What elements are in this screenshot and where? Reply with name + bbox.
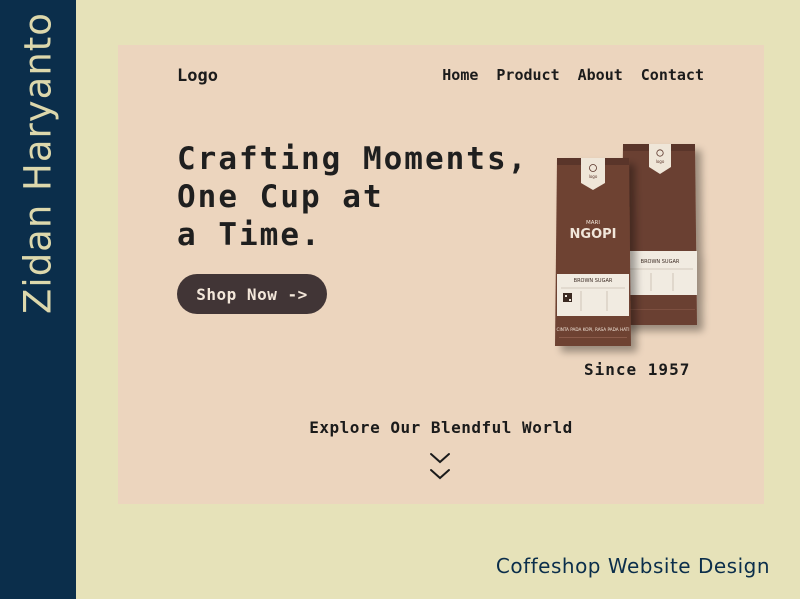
svg-text:CINTA PADA KOPI, RASA PADA HAT: CINTA PADA KOPI, RASA PADA HATI: [557, 327, 630, 332]
since-label: Since 1957: [584, 360, 691, 379]
nav-home[interactable]: Home: [442, 66, 478, 84]
front-bag: logo MARI NGOPI BROWN SUGAR CINTA PADA K…: [555, 158, 631, 346]
explore-label: Explore Our Blendful World: [309, 418, 573, 437]
svg-text:logo: logo: [656, 159, 665, 164]
headline-line: a Time.: [177, 217, 322, 253]
designer-name: Zidan Haryanto: [16, 12, 60, 314]
site-logo[interactable]: Logo: [177, 66, 218, 86]
coffee-bags-image: logo BROWN SUGAR logo MARI NGOPI BROWN S…: [555, 144, 697, 346]
svg-text:NGOPI: NGOPI: [570, 227, 617, 242]
headline-line: Crafting Moments,: [177, 141, 529, 177]
main-nav: Home Product About Contact: [442, 66, 704, 84]
shop-now-button[interactable]: Shop Now ->: [177, 274, 327, 314]
double-chevron-down-icon[interactable]: [429, 451, 451, 483]
svg-text:BROWN SUGAR: BROWN SUGAR: [641, 259, 680, 265]
svg-text:MARI: MARI: [586, 220, 600, 226]
nav-about[interactable]: About: [578, 66, 623, 84]
side-band: Zidan Haryanto: [0, 0, 76, 599]
back-bag: logo BROWN SUGAR: [621, 144, 697, 325]
nav-product[interactable]: Product: [496, 66, 559, 84]
website-mockup: Logo Home Product About Contact Crafting…: [118, 45, 764, 504]
svg-text:logo: logo: [589, 174, 598, 179]
design-caption: Coffeshop Website Design: [495, 554, 770, 578]
nav-contact[interactable]: Contact: [641, 66, 704, 84]
headline-line: One Cup at: [177, 179, 384, 215]
svg-text:BROWN SUGAR: BROWN SUGAR: [574, 278, 613, 284]
hero-headline: Crafting Moments, One Cup at a Time.: [177, 140, 528, 254]
